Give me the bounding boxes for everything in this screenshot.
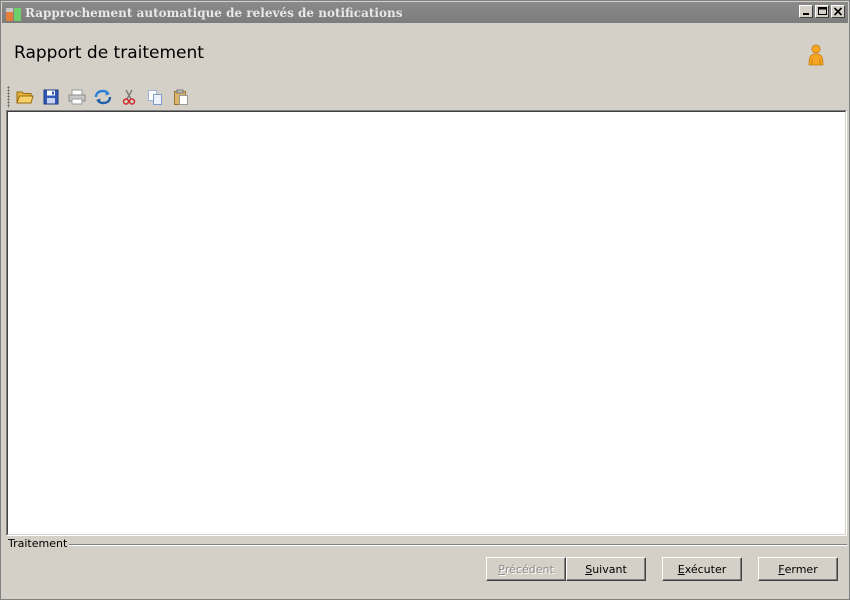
scissors-cut-icon xyxy=(122,89,136,105)
copy-icon xyxy=(148,90,162,105)
paste-button[interactable] xyxy=(170,86,192,108)
previous-button-mnemonic: P xyxy=(498,562,505,576)
window-controls xyxy=(799,5,845,18)
toolbar xyxy=(7,85,196,109)
report-content xyxy=(7,111,846,535)
refresh-icon xyxy=(94,89,112,105)
paste-icon xyxy=(174,89,188,105)
floppy-save-icon xyxy=(43,89,59,105)
execute-button-mnemonic: E xyxy=(677,562,685,576)
close-button[interactable] xyxy=(831,5,845,18)
report-text-area[interactable] xyxy=(6,110,847,536)
folder-open-icon xyxy=(16,91,34,104)
minimize-button[interactable] xyxy=(799,5,813,18)
execute-button-label: xécuter xyxy=(684,562,727,576)
group-divider xyxy=(61,544,847,546)
page-title: Rapport de traitement xyxy=(14,43,204,63)
next-button-mnemonic: S xyxy=(585,562,593,576)
title-bar[interactable]: Rapprochement automatique de relevés de … xyxy=(2,2,848,23)
close-dialog-button[interactable]: Fermer xyxy=(758,557,838,581)
print-button[interactable] xyxy=(66,86,88,108)
window-title: Rapprochement automatique de relevés de … xyxy=(25,5,403,20)
user-icon xyxy=(808,44,824,66)
previous-button-label: récédent xyxy=(504,562,554,576)
close-button-label: ermer xyxy=(784,562,818,576)
next-button[interactable]: Suivant xyxy=(566,557,646,581)
execute-button[interactable]: Exécuter xyxy=(662,557,742,581)
toolbar-grip[interactable] xyxy=(7,86,10,108)
group-label-traitement: Traitement xyxy=(8,537,70,550)
copy-button[interactable] xyxy=(144,86,166,108)
close-icon xyxy=(833,7,843,16)
next-button-label: uivant xyxy=(592,562,627,576)
minimize-icon xyxy=(803,13,809,15)
cut-button[interactable] xyxy=(118,86,140,108)
refresh-button[interactable] xyxy=(92,86,114,108)
save-button[interactable] xyxy=(40,86,62,108)
main-window: Rapprochement automatique de relevés de … xyxy=(0,0,850,600)
maximize-icon xyxy=(818,7,827,15)
printer-icon xyxy=(68,89,86,105)
app-icon xyxy=(6,5,22,21)
maximize-button[interactable] xyxy=(815,5,829,18)
open-button[interactable] xyxy=(14,86,36,108)
previous-button[interactable]: Précédent xyxy=(486,557,566,581)
